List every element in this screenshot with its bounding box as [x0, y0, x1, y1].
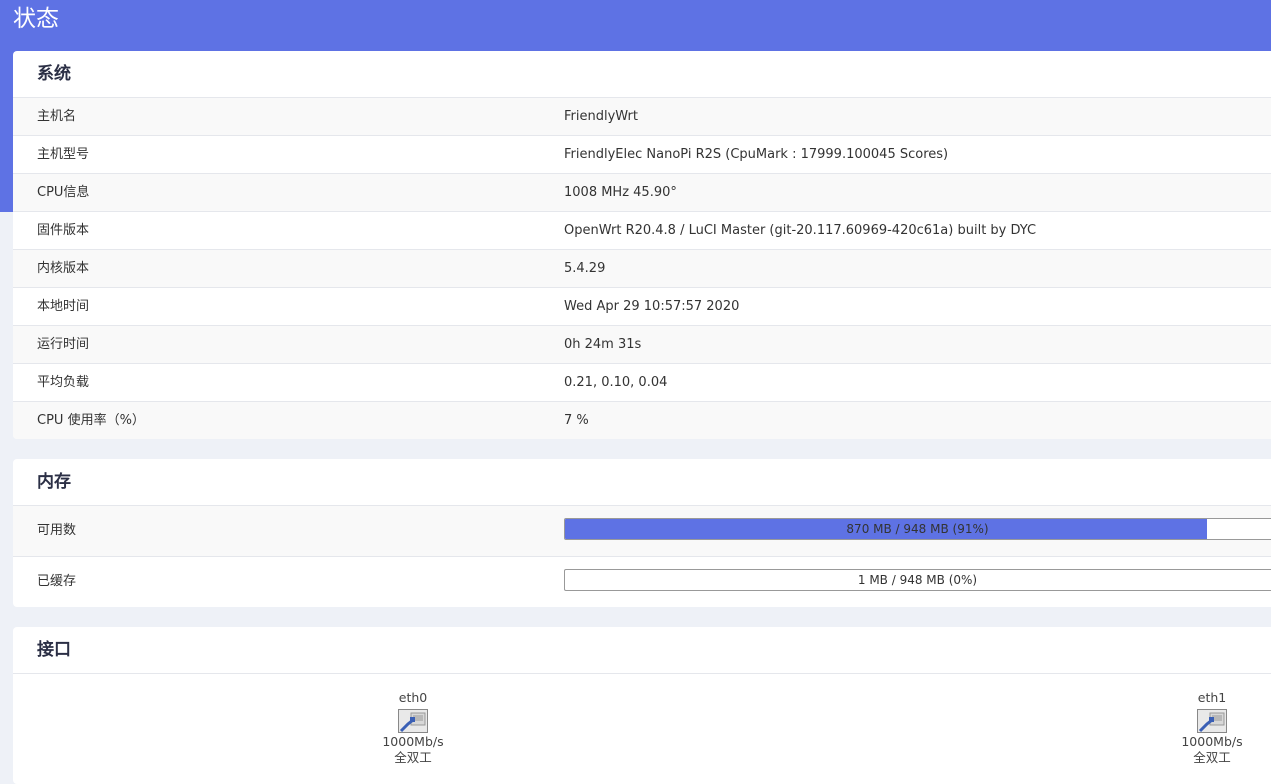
- row-value: FriendlyElec NanoPi R2S (CpuMark : 17999…: [564, 147, 949, 162]
- row-label: 可用数: [37, 523, 77, 538]
- interface-speed: 1000Mb/s: [382, 734, 444, 749]
- row-label: 运行时间: [37, 337, 90, 352]
- row-label: 内核版本: [37, 261, 90, 276]
- row-value: 5.4.29: [564, 261, 606, 276]
- interface-duplex: 全双工: [394, 750, 432, 765]
- row-value: 7 %: [564, 413, 589, 428]
- row-label: 主机型号: [37, 147, 90, 162]
- interface-speed: 1000Mb/s: [1181, 734, 1243, 749]
- row-label: 固件版本: [37, 223, 90, 238]
- memory-card: 内存 可用数 870 MB / 948 MB (91%) 已缓存 1 MB / …: [13, 459, 1271, 607]
- memory-available-progress-bar: 870 MB / 948 MB (91%): [564, 518, 1271, 540]
- row-value: 0.21, 0.10, 0.04: [564, 375, 668, 390]
- ethernet-port-icon: [1197, 709, 1227, 733]
- row-label: 主机名: [37, 109, 77, 124]
- system-card: 系统 主机名 FriendlyWrt 主机型号 FriendlyElec Nan…: [13, 51, 1271, 439]
- row-value: 1008 MHz 45.90°: [564, 185, 677, 200]
- interface-duplex: 全双工: [1193, 750, 1231, 765]
- system-row-load-average: 平均负载 0.21, 0.10, 0.04: [13, 364, 1271, 402]
- system-row-uptime: 运行时间 0h 24m 31s: [13, 326, 1271, 364]
- row-value: OpenWrt R20.4.8 / LuCI Master (git-20.11…: [564, 223, 1037, 238]
- row-value: FriendlyWrt: [564, 109, 638, 124]
- progress-text: 1 MB / 948 MB (0%): [857, 573, 978, 587]
- interface-name: eth1: [1197, 690, 1227, 705]
- system-row-hostname: 主机名 FriendlyWrt: [13, 98, 1271, 136]
- row-label: 平均负载: [37, 375, 90, 390]
- row-label: CPU信息: [37, 185, 90, 200]
- system-row-kernel: 内核版本 5.4.29: [13, 250, 1271, 288]
- memory-row-available: 可用数 870 MB / 948 MB (91%): [13, 506, 1271, 557]
- row-label: 本地时间: [37, 299, 90, 314]
- memory-cached-progress-bar: 1 MB / 948 MB (0%): [564, 569, 1271, 591]
- memory-row-cached: 已缓存 1 MB / 948 MB (0%): [13, 557, 1271, 607]
- row-value: Wed Apr 29 10:57:57 2020: [564, 299, 740, 314]
- ethernet-port-icon: [398, 709, 428, 733]
- page-title: 状态: [13, 6, 59, 32]
- memory-card-title: 内存: [13, 459, 1271, 506]
- system-row-firmware: 固件版本 OpenWrt R20.4.8 / LuCI Master (git-…: [13, 212, 1271, 250]
- interface-eth1[interactable]: eth1 1000Mb/s 全双工: [1172, 674, 1252, 766]
- interfaces-card-title: 接口: [13, 627, 1271, 674]
- system-row-local-time: 本地时间 Wed Apr 29 10:57:57 2020: [13, 288, 1271, 326]
- row-label: CPU 使用率（%）: [37, 413, 145, 428]
- interfaces-card: 接口 eth0 1000Mb/s 全双工 eth1 1000Mb/s 全双工: [13, 627, 1271, 784]
- interface-name: eth0: [398, 690, 428, 705]
- row-value: 0h 24m 31s: [564, 337, 642, 352]
- system-row-cpu-info: CPU信息 1008 MHz 45.90°: [13, 174, 1271, 212]
- row-label: 已缓存: [37, 574, 77, 589]
- progress-text: 870 MB / 948 MB (91%): [846, 522, 989, 536]
- system-row-model: 主机型号 FriendlyElec NanoPi R2S (CpuMark : …: [13, 136, 1271, 174]
- interface-eth0[interactable]: eth0 1000Mb/s 全双工: [373, 674, 453, 766]
- system-card-title: 系统: [13, 51, 1271, 98]
- system-row-cpu-usage: CPU 使用率（%） 7 %: [13, 402, 1271, 439]
